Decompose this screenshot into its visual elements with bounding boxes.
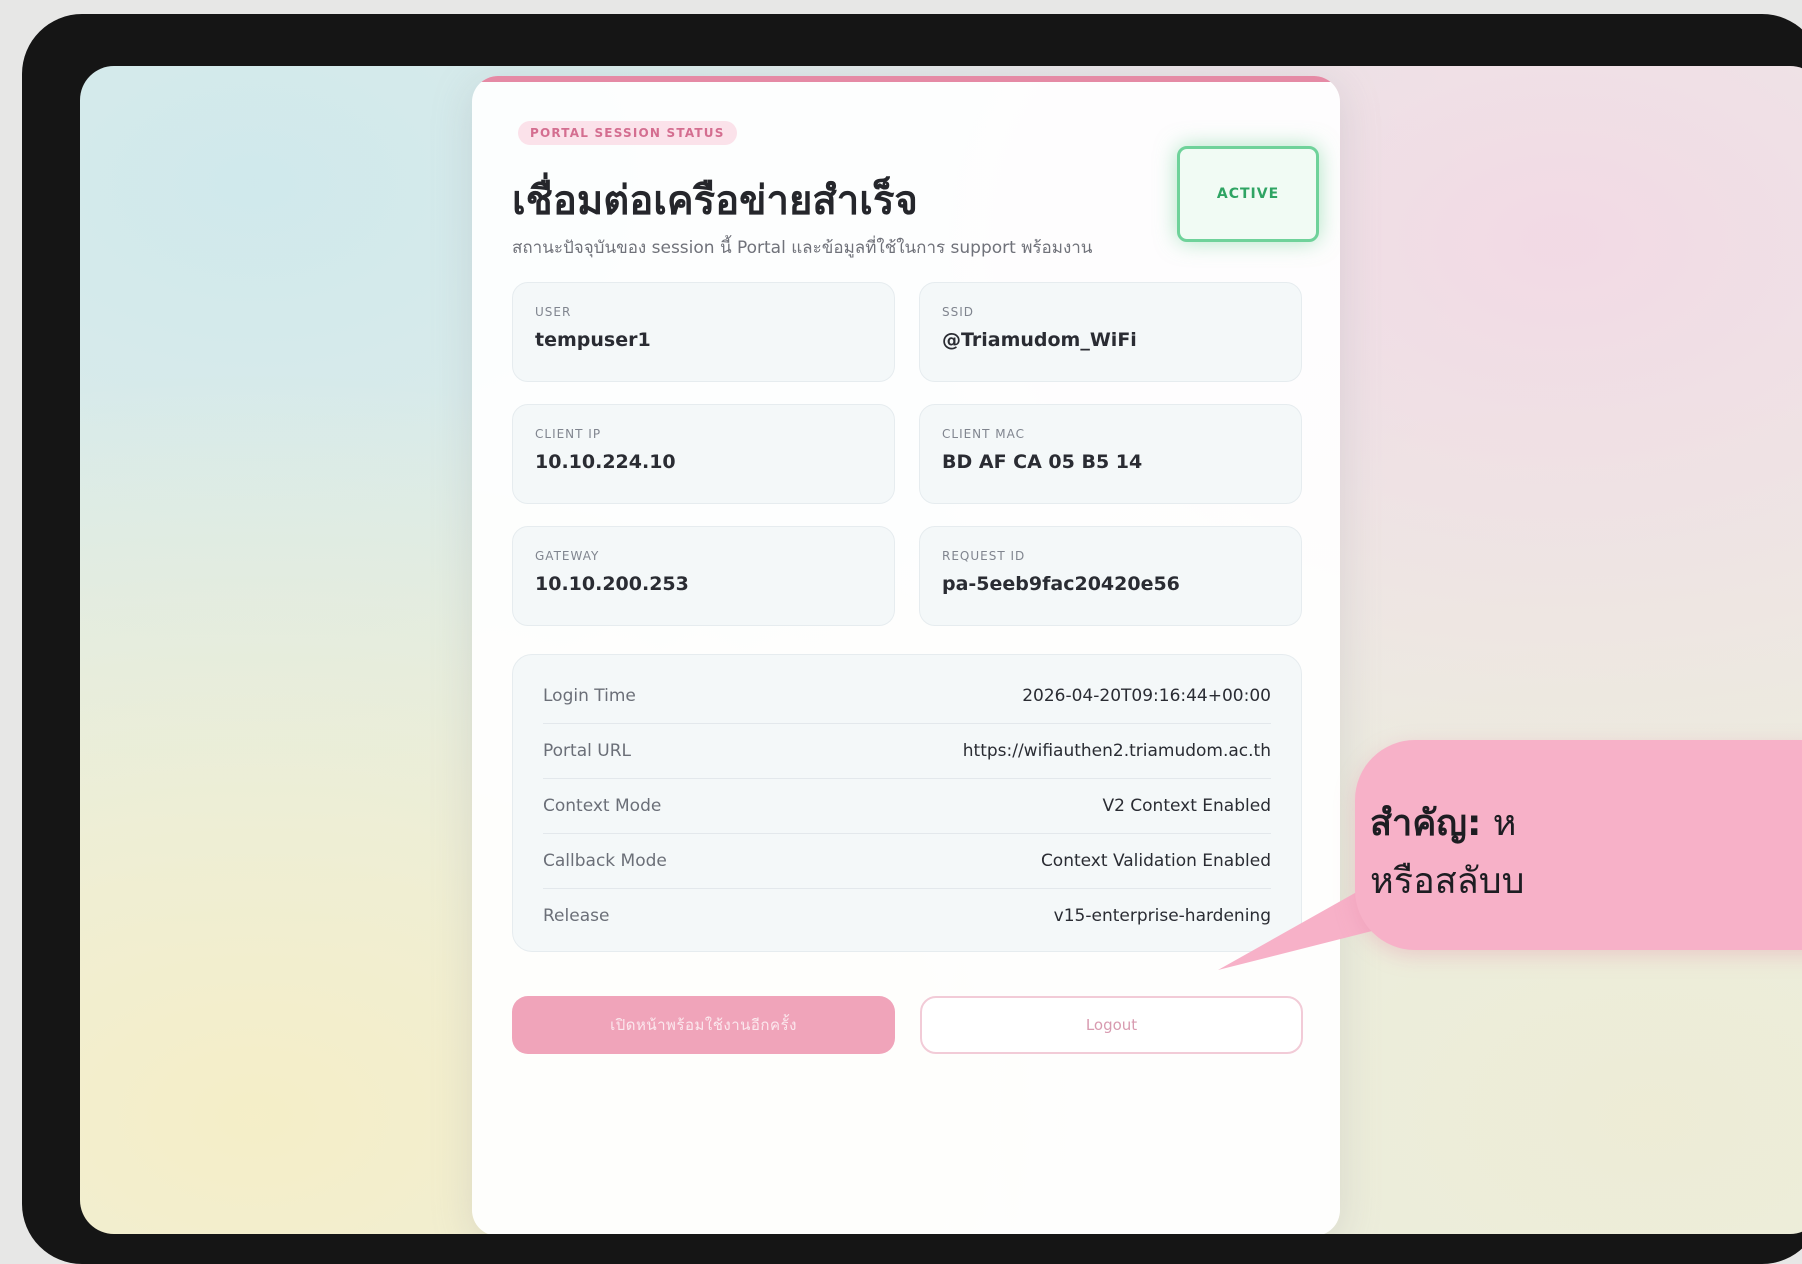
page-title: เชื่อมต่อเครือข่ายสำเร็จ <box>512 178 918 224</box>
tile-value: 10.10.224.10 <box>535 451 676 473</box>
tile-label: USER <box>535 305 572 319</box>
tablet-frame: PORTAL SESSION STATUS เชื่อมต่อเครือข่าย… <box>22 14 1802 1264</box>
tile-label: CLIENT IP <box>535 427 602 441</box>
page-subtitle: สถานะปัจจุบันของ session นี้ Portal และข… <box>512 238 1093 258</box>
detail-value: https://wifiauthen2.triamudom.ac.th <box>962 741 1271 761</box>
detail-key: Callback Mode <box>543 851 667 871</box>
tile-label: REQUEST ID <box>942 549 1026 563</box>
info-tile-request-id: REQUEST ID pa-5eeb9fac20420e56 <box>919 526 1302 626</box>
callout-line-1: สำคัญ: ห <box>1370 795 1630 853</box>
detail-value: V2 Context Enabled <box>1102 796 1271 816</box>
detail-row-callback-mode: Callback Mode Context Validation Enabled <box>543 834 1271 889</box>
detail-row-context-mode: Context Mode V2 Context Enabled <box>543 779 1271 834</box>
info-tile-client-ip: CLIENT IP 10.10.224.10 <box>512 404 895 504</box>
tile-value: tempuser1 <box>535 329 651 351</box>
session-info-grid: USER tempuser1 SSID @Triamudom_WiFi CLIE… <box>512 282 1302 626</box>
tile-value: @Triamudom_WiFi <box>942 329 1137 351</box>
screen: PORTAL SESSION STATUS เชื่อมต่อเครือข่าย… <box>80 66 1802 1234</box>
card-accent-bar <box>472 76 1340 82</box>
info-tile-gateway: GATEWAY 10.10.200.253 <box>512 526 895 626</box>
tile-value: 10.10.200.253 <box>535 573 689 595</box>
callout-line-2: หรือสลับบ <box>1370 861 1525 902</box>
detail-key: Release <box>543 906 610 926</box>
detail-row-release: Release v15-enterprise-hardening <box>543 889 1271 943</box>
tile-label: GATEWAY <box>535 549 600 563</box>
info-tile-ssid: SSID @Triamudom_WiFi <box>919 282 1302 382</box>
info-tile-client-mac: CLIENT MAC BD AF CA 05 B5 14 <box>919 404 1302 504</box>
detail-value: Context Validation Enabled <box>1040 851 1271 871</box>
detail-value: 2026-04-20T09:16:44+00:00 <box>1022 686 1271 706</box>
detail-key: Portal URL <box>543 741 631 761</box>
session-status-card: PORTAL SESSION STATUS เชื่อมต่อเครือข่าย… <box>472 76 1340 1234</box>
detail-row-login-time: Login Time 2026-04-20T09:16:44+00:00 <box>543 669 1271 724</box>
session-details-panel: Login Time 2026-04-20T09:16:44+00:00 Por… <box>512 654 1302 952</box>
detail-row-portal-url: Portal URL https://wifiauthen2.triamudom… <box>543 724 1271 779</box>
callout-strong: สำคัญ: <box>1370 803 1482 844</box>
detail-key: Context Mode <box>543 796 662 816</box>
logout-button[interactable]: Logout <box>920 996 1303 1054</box>
status-badge: ACTIVE <box>1177 146 1319 242</box>
detail-key: Login Time <box>543 686 636 706</box>
tile-value: BD AF CA 05 B5 14 <box>942 451 1143 473</box>
info-tile-user: USER tempuser1 <box>512 282 895 382</box>
reopen-button[interactable]: เปิดหน้าพร้อมใช้งานอีกครั้ง <box>512 996 895 1054</box>
detail-value: v15-enterprise-hardening <box>1053 906 1271 926</box>
callout-line-1-text: ห <box>1492 803 1517 844</box>
tile-label: SSID <box>942 305 975 319</box>
eyebrow-badge: PORTAL SESSION STATUS <box>518 121 737 145</box>
callout-text: สำคัญ: ห หรือสลับบ <box>1370 795 1630 911</box>
tile-value: pa-5eeb9fac20420e56 <box>942 573 1180 595</box>
tile-label: CLIENT MAC <box>942 427 1026 441</box>
